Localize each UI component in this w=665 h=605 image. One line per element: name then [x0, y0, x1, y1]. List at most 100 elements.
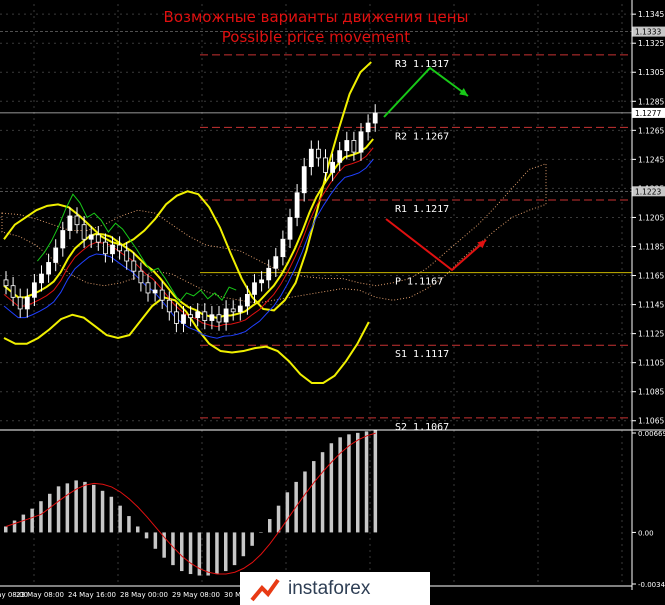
macd-histogram-bar — [312, 461, 316, 533]
candle-body — [74, 215, 80, 226]
candle-body — [131, 260, 137, 272]
price-tick-label: 1.1345 — [638, 10, 664, 19]
candle-body — [294, 192, 300, 218]
macd-histogram-bar — [188, 532, 193, 575]
macd-histogram-bar — [232, 532, 237, 566]
price-chart: R3 1.1317 R2 1.1267 R1 1.1217 P 1.1167 S1 1.… — [0, 0, 665, 599]
instaforex-logo-icon — [250, 578, 280, 602]
macd-histogram-bar — [83, 481, 87, 533]
kijun-sen-line — [3, 159, 374, 339]
price-badge-label: 1.1223 — [635, 187, 661, 196]
macd-histogram-bar — [224, 532, 228, 572]
time-tick-label: 28 May 00:00 — [120, 591, 168, 599]
macd-histogram-bar — [250, 532, 254, 546]
candle-body — [301, 166, 307, 194]
candle-body — [103, 241, 108, 255]
macd-histogram-bar — [153, 532, 158, 549]
candle-body — [138, 270, 144, 284]
macd-histogram-bar — [276, 505, 281, 533]
candle-body — [337, 150, 343, 163]
price-tick-label: 1.1085 — [638, 388, 664, 397]
macd-histogram-bar — [356, 432, 360, 533]
current-price-label: 1.1277 — [635, 109, 661, 118]
candle-body — [209, 314, 215, 321]
macd-panel — [4, 429, 378, 576]
macd-histogram-bar — [347, 434, 351, 533]
candle-body — [365, 122, 371, 133]
candle-body — [244, 294, 250, 307]
candle-body — [24, 296, 30, 310]
candle-body — [124, 250, 130, 262]
chart-title-en: Possible price movement — [221, 28, 411, 46]
bollinger-lower-line — [3, 296, 370, 384]
level-label-R2: R2 1.1267 — [395, 131, 449, 142]
price-tick-label: 1.1265 — [638, 126, 664, 135]
macd-tick-label: 0.00 — [638, 529, 654, 537]
candle-body — [95, 234, 101, 243]
candle-body — [173, 311, 179, 324]
macd-histogram-bar — [65, 483, 70, 533]
candle-body — [152, 289, 158, 294]
bollinger-middle-line — [3, 138, 374, 319]
price-tick-label: 1.1125 — [638, 330, 664, 339]
candle-body — [88, 234, 94, 240]
candle-body — [67, 215, 73, 231]
macd-histogram-bar — [127, 516, 131, 533]
candle-body — [159, 289, 165, 301]
macd-histogram-bar — [241, 532, 246, 557]
level-label-S2: S2 1.1067 — [395, 422, 449, 433]
macd-histogram-bar — [100, 490, 105, 533]
price-tick-label: 1.1165 — [638, 272, 664, 281]
macd-histogram-bar — [144, 532, 149, 539]
price-tick-label: 1.1145 — [638, 301, 664, 310]
candlesticks — [3, 104, 378, 333]
level-label-P: P 1.1167 — [395, 277, 443, 288]
candle-body — [351, 140, 357, 153]
candle-body — [17, 296, 23, 310]
candle-body — [237, 305, 243, 313]
candle-body — [266, 267, 272, 281]
candle-body — [3, 279, 9, 287]
forecast-arrows — [383, 66, 487, 272]
candle-body — [195, 311, 201, 319]
candle-body — [308, 148, 314, 168]
candle-body — [32, 282, 37, 298]
candle-body — [202, 311, 208, 321]
macd-tick-label: -0.00347 — [638, 581, 665, 589]
level-label-R1: R1 1.1217 — [395, 204, 449, 215]
macd-histogram-bar — [259, 532, 263, 533]
price-tick-label: 1.1325 — [638, 39, 664, 48]
candle-body — [53, 247, 59, 263]
candle-body — [259, 279, 265, 284]
macd-histogram-bar — [12, 520, 17, 533]
macd-histogram-bar — [48, 493, 52, 533]
macd-histogram-bar — [109, 496, 114, 533]
price-tick-label: 1.1285 — [638, 97, 664, 106]
candle-body — [60, 230, 66, 249]
macd-histogram-bar — [92, 484, 96, 533]
candle-body — [223, 308, 229, 323]
bollinger-bands — [3, 61, 374, 384]
chart-title-ru: Возможные варианты движения цены — [163, 8, 469, 26]
candle-body — [166, 299, 172, 313]
bullish-scenario — [383, 66, 469, 118]
candle-body — [273, 256, 279, 269]
candle-body — [330, 161, 336, 173]
macd-histogram-bar — [303, 471, 307, 533]
price-tick-label: 1.1205 — [638, 213, 664, 222]
macd-histogram-bar — [364, 431, 369, 533]
price-tick-label: 1.1065 — [638, 417, 664, 426]
candle-body — [287, 217, 293, 240]
candle-body — [323, 157, 328, 173]
macd-histogram-bar — [215, 532, 219, 575]
candle-body — [181, 314, 186, 324]
price-tick-label: 1.1245 — [638, 155, 664, 164]
instaforex-logo-text: instaforex — [288, 578, 371, 599]
price-tick-label: 1.1305 — [638, 68, 664, 77]
macd-histogram-bar — [30, 508, 34, 533]
time-tick-label: 23 May 08:00 — [16, 591, 64, 599]
candle-body — [216, 314, 222, 323]
macd-histogram-bar — [285, 492, 290, 533]
candle-body — [117, 244, 122, 252]
candle-body — [145, 282, 151, 294]
